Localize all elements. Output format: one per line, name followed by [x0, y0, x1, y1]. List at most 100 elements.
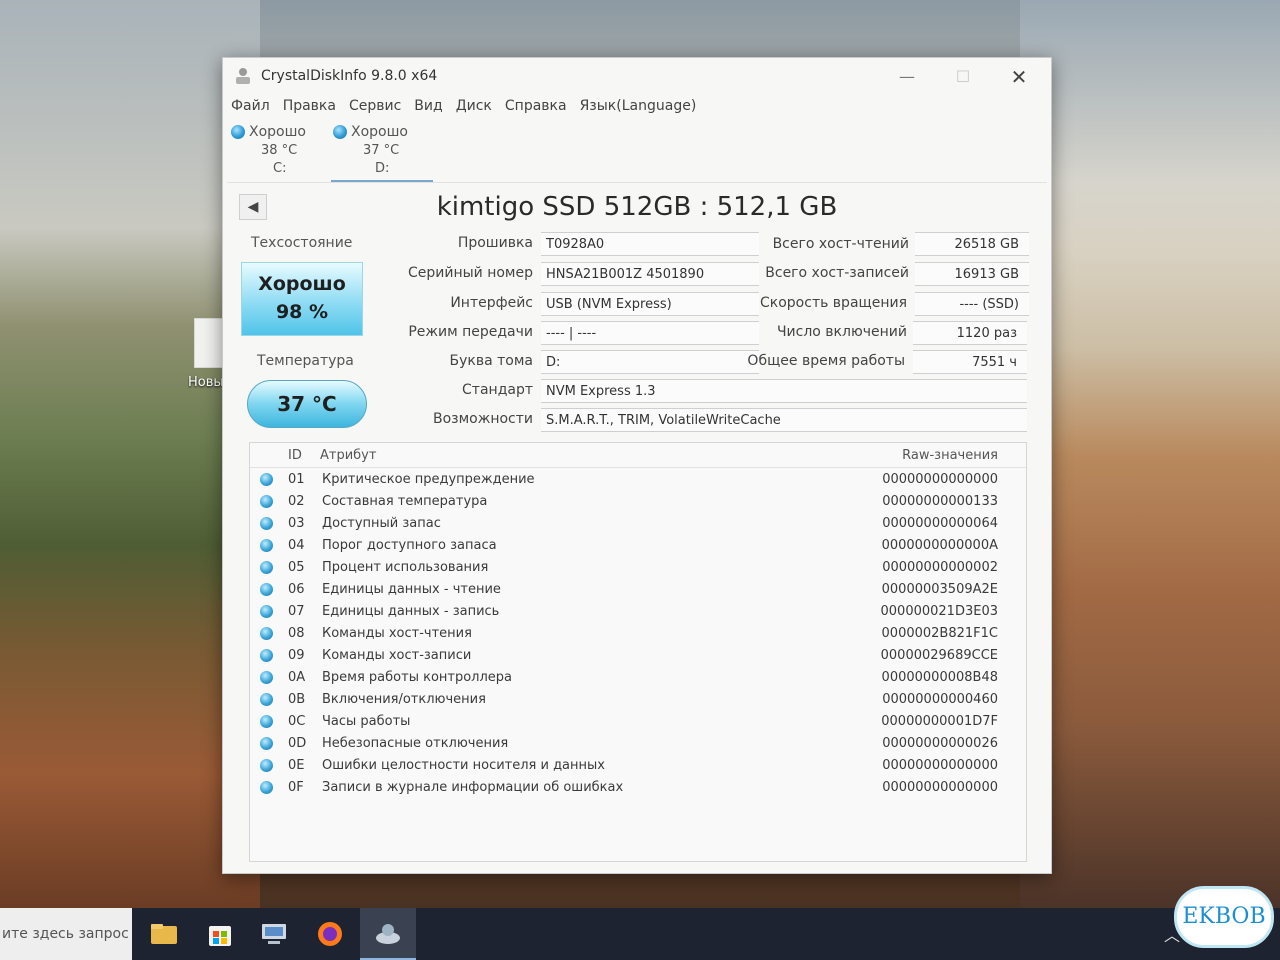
attribute-id: 08: [288, 626, 305, 641]
attribute-id: 09: [288, 648, 305, 663]
status-dot-icon: [260, 693, 273, 706]
attribute-name: Порог доступного запаса: [322, 538, 497, 553]
desktop-wallpaper-left: [0, 0, 260, 910]
menu-disk[interactable]: Диск: [456, 98, 499, 120]
health-label: Техсостояние: [251, 235, 353, 251]
drive-tab-d[interactable]: Хорошо 37 °C D:: [331, 122, 433, 182]
maximize-button[interactable]: ☐: [945, 64, 981, 90]
menu-file[interactable]: Файл: [231, 98, 277, 120]
attribute-name: Записи в журнале информации об ошибках: [322, 780, 624, 795]
table-row[interactable]: 05 Процент использования 00000000000002: [250, 557, 1026, 579]
firmware-value: T0928A0: [541, 232, 759, 256]
status-dot-icon: [260, 781, 273, 794]
column-header-attribute[interactable]: Атрибут: [320, 448, 376, 463]
window-title: CrystalDiskInfo 9.8.0 x64: [261, 68, 438, 84]
crystaldiskinfo-icon[interactable]: [372, 918, 404, 950]
attribute-id: 02: [288, 494, 305, 509]
computer-icon[interactable]: [258, 918, 290, 950]
attribute-raw-value: 00000003509A2E: [881, 582, 998, 597]
attribute-name: Команды хост-чтения: [322, 626, 472, 641]
column-header-raw[interactable]: Raw-значения: [902, 448, 998, 463]
drive-tabs: Хорошо 38 °C C: Хорошо 37 °C D:: [229, 122, 433, 182]
menu-bar: Файл Правка Сервис Вид Диск Справка Язык…: [231, 98, 709, 120]
table-row[interactable]: 03 Доступный запас 00000000000064: [250, 513, 1026, 535]
status-dot-icon: [260, 473, 273, 486]
table-row[interactable]: 07 Единицы данных - запись 000000021D3E03: [250, 601, 1026, 623]
table-header: ID Атрибут Raw-значения: [250, 443, 1026, 468]
attribute-raw-value: 000000021D3E03: [880, 604, 998, 619]
status-dot-icon: [260, 649, 273, 662]
disk-title: kimtigo SSD 512GB : 512,1 GB: [436, 192, 838, 222]
menu-service[interactable]: Сервис: [349, 98, 408, 120]
standard-value: NVM Express 1.3: [541, 379, 1027, 403]
attribute-id: 0A: [288, 670, 306, 685]
attribute-name: Доступный запас: [322, 516, 441, 531]
table-row[interactable]: 0F Записи в журнале информации об ошибках…: [250, 777, 1026, 799]
transfer-mode-label: Режим передачи: [408, 324, 533, 340]
volume-value: D:: [541, 350, 759, 374]
minimize-button[interactable]: —: [889, 64, 925, 90]
desktop-wallpaper-right: [1020, 0, 1280, 910]
attribute-name: Включения/отключения: [322, 692, 486, 707]
attribute-raw-value: 00000000000000: [882, 472, 998, 487]
store-icon[interactable]: [204, 918, 236, 950]
file-explorer-icon[interactable]: [148, 918, 180, 950]
attribute-name: Команды хост-записи: [322, 648, 472, 663]
table-row[interactable]: 0E Ошибки целостности носителя и данных 00…: [250, 755, 1026, 777]
attribute-raw-value: 0000002B821F1C: [881, 626, 998, 641]
menu-view[interactable]: Вид: [414, 98, 449, 120]
drive-tab-c[interactable]: Хорошо 38 °C C:: [229, 122, 331, 180]
attribute-raw-value: 0000000000000A: [881, 538, 998, 553]
attribute-raw-value: 00000000000002: [882, 560, 998, 575]
drive-status: Хорошо: [351, 124, 408, 140]
attribute-raw-value: 00000029689CCE: [880, 648, 998, 663]
close-button[interactable]: ✕: [1001, 64, 1037, 90]
health-status-box[interactable]: Хорошо 98 %: [241, 262, 363, 336]
status-dot-icon: [260, 583, 273, 596]
drive-status: Хорошо: [249, 124, 306, 140]
table-row[interactable]: 01 Критическое предупреждение 000000000000…: [250, 469, 1026, 491]
status-dot-icon: [260, 627, 273, 640]
menu-language[interactable]: Язык(Language): [580, 98, 704, 120]
table-row[interactable]: 0B Включения/отключения 00000000000460: [250, 689, 1026, 711]
divider: [227, 182, 1047, 183]
temperature-box[interactable]: 37 °C: [247, 380, 367, 428]
attribute-name: Процент использования: [322, 560, 489, 575]
attribute-id: 06: [288, 582, 305, 597]
table-row[interactable]: 06 Единицы данных - чтение 00000003509A2E: [250, 579, 1026, 601]
watermark-logo: EKBOB: [1174, 886, 1274, 948]
status-dot-icon: [260, 561, 273, 574]
interface-value: USB (NVM Express): [541, 292, 759, 316]
firefox-icon[interactable]: [314, 918, 346, 950]
drive-letter: C:: [273, 161, 287, 176]
table-row[interactable]: 04 Порог доступного запаса 0000000000000A: [250, 535, 1026, 557]
power-on-hours-value: 7551 ч: [913, 350, 1027, 374]
table-row[interactable]: 08 Команды хост-чтения 0000002B821F1C: [250, 623, 1026, 645]
attribute-name: Единицы данных - чтение: [322, 582, 501, 597]
table-row[interactable]: 02 Составная температура 00000000000133: [250, 491, 1026, 513]
attribute-raw-value: 00000000000460: [882, 692, 998, 707]
column-header-id[interactable]: ID: [288, 448, 302, 463]
taskbar-search-input[interactable]: ите здесь запрос: [0, 908, 132, 960]
attribute-id: 0B: [288, 692, 306, 707]
smart-attributes-table[interactable]: ID Атрибут Raw-значения 01 Критическое пр…: [249, 442, 1027, 862]
attribute-id: 01: [288, 472, 305, 487]
status-dot-icon: [260, 539, 273, 552]
attribute-id: 07: [288, 604, 305, 619]
title-bar[interactable]: CrystalDiskInfo 9.8.0 x64 — ☐ ✕: [223, 58, 1051, 96]
status-dot-icon: [260, 715, 273, 728]
host-reads-label: Всего хост-чтений: [772, 236, 909, 252]
table-row[interactable]: 0A Время работы контроллера 00000000008B48: [250, 667, 1026, 689]
health-status: Хорошо: [258, 273, 346, 295]
menu-edit[interactable]: Правка: [283, 98, 343, 120]
health-percent: 98 %: [275, 301, 329, 323]
attribute-name: Небезопасные отключения: [322, 736, 509, 751]
table-row[interactable]: 09 Команды хост-записи 00000029689CCE: [250, 645, 1026, 667]
status-dot-icon: [260, 517, 273, 530]
table-row[interactable]: 0C Часы работы 00000000001D7F: [250, 711, 1026, 733]
table-row[interactable]: 0D Небезопасные отключения 00000000000026: [250, 733, 1026, 755]
rotation-rate-value: ---- (SSD): [915, 292, 1029, 316]
menu-help[interactable]: Справка: [505, 98, 574, 120]
attribute-raw-value: 00000000000133: [882, 494, 998, 509]
status-dot-icon: [260, 759, 273, 772]
